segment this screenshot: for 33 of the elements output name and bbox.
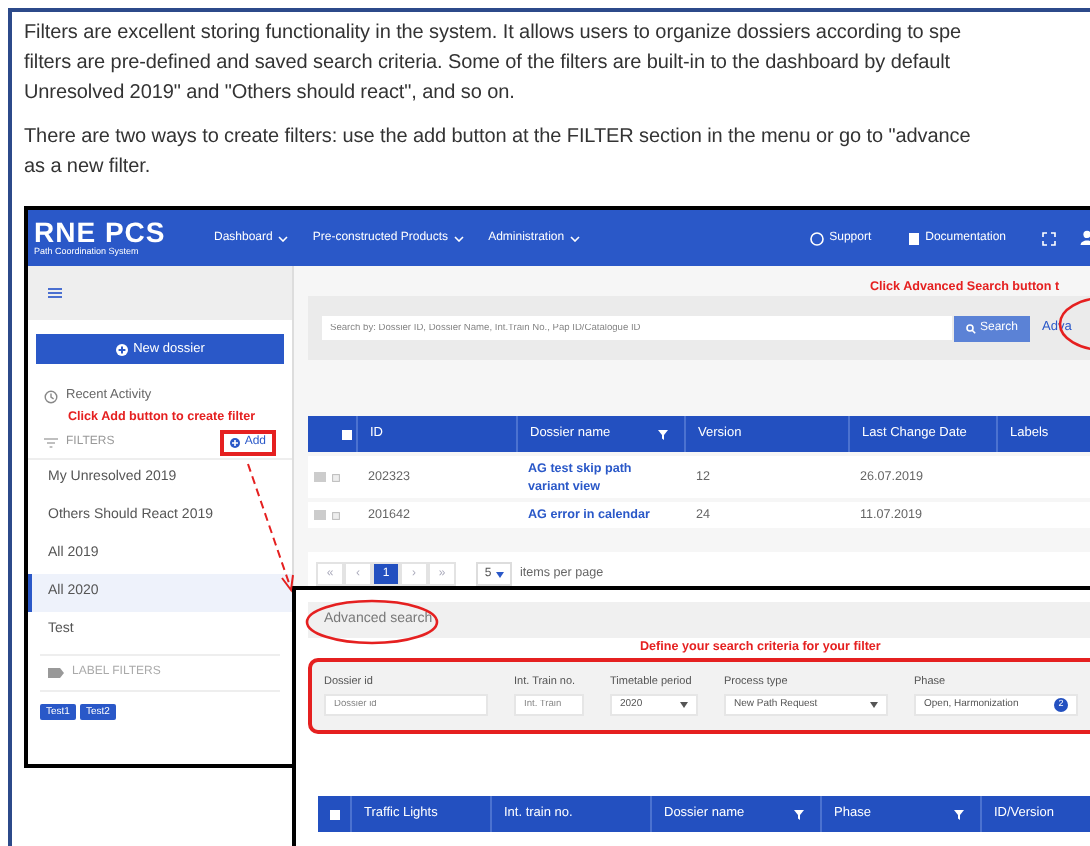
search-icon — [965, 323, 976, 333]
paragraph-line: Unresolved 2019" and "Others should react", and so on. — [24, 80, 517, 108]
tag-icon — [48, 668, 64, 678]
plus-circle-icon — [230, 438, 241, 448]
expand-icon — [314, 510, 326, 520]
fullscreen-icon — [1042, 231, 1056, 245]
chevron-down-icon — [278, 235, 289, 241]
paragraph-line: There are two ways to create filters: use the add button at the FILTER section in the menu or go to "advance — [24, 124, 971, 152]
expand-icon — [314, 472, 326, 482]
filter-icon — [658, 429, 668, 439]
checkbox-icon — [332, 473, 340, 481]
paragraph-line: filters are pre-defined and saved search criteria. Some of the filters are built-in to the dashboard by default — [24, 50, 953, 78]
filter-lines-icon — [44, 438, 58, 448]
caret-icon — [495, 571, 504, 577]
caret-icon — [870, 702, 878, 709]
logo-text: RNE PCS — [34, 218, 168, 246]
filter-icon — [954, 809, 964, 819]
chevron-down-icon — [454, 235, 465, 241]
paragraph-line: as a new filter. — [24, 154, 153, 182]
filter-icon — [794, 809, 804, 819]
user-icon — [1080, 230, 1090, 246]
history-icon — [44, 389, 58, 403]
menu-icon — [48, 288, 62, 298]
caret-icon — [680, 702, 688, 709]
book-icon — [907, 231, 920, 245]
plus-circle-icon — [115, 343, 128, 355]
chevron-down-icon — [570, 235, 581, 241]
highlight-ellipse — [304, 598, 440, 646]
dashed-arrow — [244, 462, 296, 594]
paragraph-line: Filters are excellent storing functionality in the system. It allows users to organize dossiers according to spe — [24, 20, 964, 48]
checkbox-icon — [329, 809, 339, 819]
checkbox-icon — [332, 511, 340, 519]
checkbox-icon — [342, 429, 352, 439]
